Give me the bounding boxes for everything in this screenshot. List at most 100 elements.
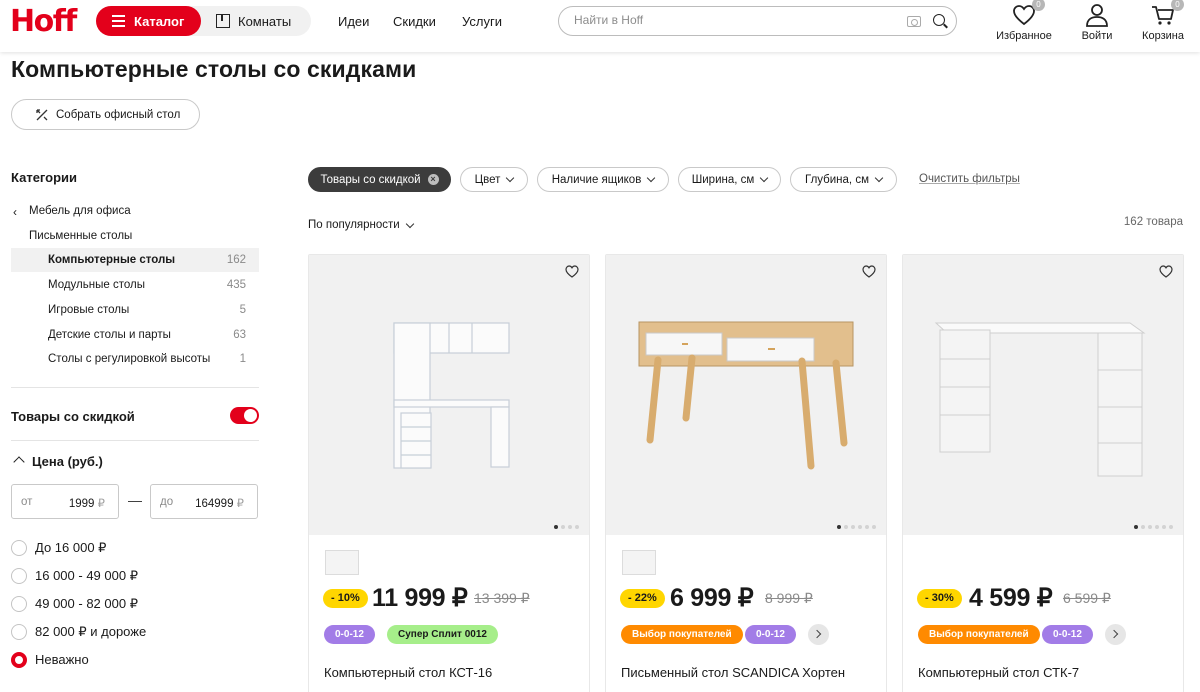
price-option-radio[interactable]	[11, 624, 27, 640]
favorite-heart-icon[interactable]	[565, 265, 579, 278]
image-pagination[interactable]	[837, 525, 876, 529]
price-heading[interactable]: Цена (руб.)	[32, 454, 103, 469]
discount-toggle-label: Товары со скидкой	[11, 409, 135, 424]
discount-toggle[interactable]	[230, 407, 259, 424]
price-from-prefix: от	[21, 496, 33, 508]
price-to-prefix: до	[160, 496, 174, 508]
cart-label: Корзина	[1142, 30, 1184, 42]
category-item-count: 5	[239, 304, 246, 316]
price-option-label[interactable]: 82 000 ₽ и дороже	[35, 624, 146, 640]
variant-thumbnail[interactable]	[325, 550, 359, 575]
product-tag[interactable]: Супер Сплит 0012	[387, 625, 498, 644]
favorite-heart-icon[interactable]	[1159, 265, 1173, 278]
menu-icon	[112, 15, 125, 27]
build-office-desk-button[interactable]: Собрать офисный стол	[11, 99, 200, 130]
category-item-count: 1	[239, 353, 246, 365]
product-tag[interactable]: 0-0-12	[324, 625, 375, 644]
price-option-radio[interactable]	[11, 596, 27, 612]
product-name[interactable]: Компьютерный стол СТК-7	[918, 665, 1079, 680]
category-item-label: Игровые столы	[48, 304, 130, 316]
price-option-label[interactable]: 16 000 - 49 000 ₽	[35, 568, 138, 584]
chevron-down-icon	[405, 219, 414, 228]
price-option-radio-selected[interactable]	[11, 652, 27, 668]
login-button[interactable]: Войти	[1062, 2, 1132, 42]
price-option-radio[interactable]	[11, 540, 27, 556]
more-tags-arrow-icon[interactable]	[1105, 624, 1126, 645]
product-image[interactable]	[903, 255, 1183, 535]
filter-chip-drawers[interactable]: Наличие ящиков	[537, 167, 669, 192]
build-office-desk-label: Собрать офисный стол	[56, 108, 181, 121]
hoff-logo[interactable]: Hoff	[10, 4, 77, 39]
nav-discounts[interactable]: Скидки	[393, 14, 436, 29]
category-parent-link[interactable]: Мебель для офиса	[29, 205, 131, 217]
filter-chip-width[interactable]: Ширина, см	[678, 167, 781, 192]
search-box	[558, 6, 957, 36]
current-price: 4 599 ₽	[969, 584, 1053, 612]
more-tags-arrow-icon[interactable]	[808, 624, 829, 645]
category-item[interactable]: Модульные столы 435	[11, 273, 259, 297]
current-price: 6 999 ₽	[670, 584, 754, 612]
discount-badge: - 30%	[917, 589, 962, 608]
rooms-button[interactable]: Комнаты	[216, 6, 291, 36]
price-option-label[interactable]: 49 000 - 82 000 ₽	[35, 596, 138, 612]
category-item-label: Детские столы и парты	[48, 329, 171, 341]
search-input[interactable]	[574, 13, 874, 27]
price-to-field[interactable]: до 164999 ₽	[150, 484, 258, 519]
search-icon[interactable]	[933, 14, 945, 26]
nav-ideas[interactable]: Идеи	[338, 14, 369, 29]
active-filter-label: Товары со скидкой	[320, 173, 421, 186]
product-tag[interactable]: Выбор покупателей	[621, 625, 743, 644]
favorite-heart-icon[interactable]	[862, 265, 876, 278]
catalog-button[interactable]: Каталог	[96, 6, 201, 36]
product-name[interactable]: Компьютерный стол КСТ-16	[324, 665, 492, 680]
cart-button[interactable]: 0 Корзина	[1128, 0, 1198, 42]
sort-dropdown[interactable]: По популярности	[308, 219, 414, 231]
category-item-label: Столы с регулировкой высоты	[48, 353, 211, 365]
category-item[interactable]: Игровые столы 5	[11, 298, 259, 322]
category-item[interactable]: Детские столы и парты 63	[11, 323, 259, 347]
product-tag[interactable]: 0-0-12	[1042, 625, 1093, 644]
active-filter-chip[interactable]: Товары со скидкой ×	[308, 167, 451, 192]
favorites-label: Избранное	[996, 30, 1052, 42]
category-subparent-link[interactable]: Письменные столы	[29, 230, 132, 242]
product-tag[interactable]: 0-0-12	[745, 625, 796, 644]
image-pagination[interactable]	[554, 525, 579, 529]
clear-filters-link[interactable]: Очистить фильтры	[919, 173, 1020, 185]
favorites-button[interactable]: 0 Избранное	[989, 0, 1059, 42]
category-item[interactable]: Компьютерные столы 162	[11, 248, 259, 272]
camera-icon[interactable]	[907, 16, 921, 27]
heart-icon: 0	[1011, 0, 1045, 28]
filter-chip-label: Цвет	[474, 173, 501, 186]
variant-thumbnail[interactable]	[622, 550, 656, 575]
rooms-label: Комнаты	[238, 13, 292, 29]
price-option-label[interactable]: До 16 000 ₽	[35, 540, 106, 556]
sort-label: По популярности	[308, 219, 400, 231]
user-icon	[1084, 2, 1110, 28]
product-image[interactable]	[309, 255, 589, 535]
close-icon[interactable]: ×	[427, 174, 439, 185]
product-image[interactable]	[606, 255, 886, 535]
filter-chip-label: Ширина, см	[691, 173, 755, 186]
old-price: 6 599 ₽	[1063, 590, 1111, 606]
product-card[interactable]: - 10% 11 999 ₽ 13 399 ₽ 0-0-12 Супер Спл…	[308, 254, 590, 692]
chevron-up-icon[interactable]	[13, 456, 25, 468]
discount-badge: - 10%	[323, 589, 368, 608]
filter-chip-depth[interactable]: Глубина, см	[790, 167, 897, 192]
goods-count: 162 товара	[1123, 216, 1183, 228]
old-price: 8 999 ₽	[765, 590, 813, 606]
page-title: Компьютерные столы со скидками	[11, 56, 417, 82]
price-from-field[interactable]: от 1999 ₽	[11, 484, 119, 519]
image-pagination[interactable]	[1134, 525, 1173, 529]
category-item[interactable]: Столы с регулировкой высоты 1	[11, 347, 259, 371]
floorplan-icon	[216, 14, 230, 28]
product-name[interactable]: Письменный стол SCANDICA Хортен	[621, 665, 845, 680]
catalog-label: Каталог	[134, 13, 185, 29]
back-chevron-icon[interactable]: ‹	[13, 205, 17, 219]
nav-services[interactable]: Услуги	[462, 14, 502, 29]
product-card[interactable]: - 30% 4 599 ₽ 6 599 ₽ Выбор покупателей …	[902, 254, 1184, 692]
product-card[interactable]: - 22% 6 999 ₽ 8 999 ₽ Выбор покупателей …	[605, 254, 887, 692]
product-tag[interactable]: Выбор покупателей	[918, 625, 1040, 644]
price-option-radio[interactable]	[11, 568, 27, 584]
price-option-label[interactable]: Неважно	[35, 652, 89, 667]
filter-chip-color[interactable]: Цвет	[460, 167, 528, 192]
